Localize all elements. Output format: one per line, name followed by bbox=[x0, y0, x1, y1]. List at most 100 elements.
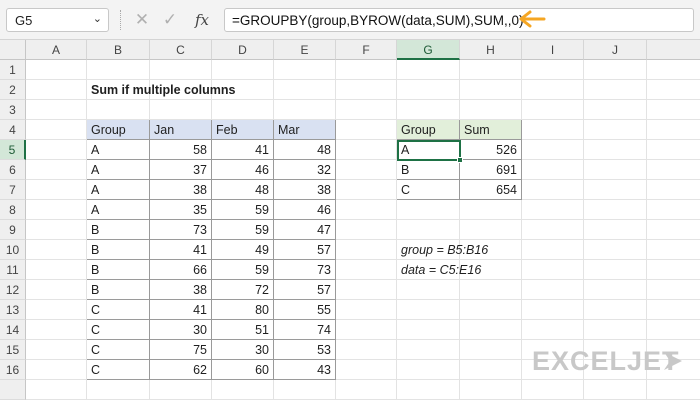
result-cell[interactable]: B bbox=[397, 160, 460, 180]
table-cell[interactable]: 57 bbox=[274, 240, 336, 260]
table-cell[interactable]: B bbox=[87, 280, 150, 300]
table-cell[interactable]: 55 bbox=[274, 300, 336, 320]
row-header-14[interactable]: 14 bbox=[0, 320, 26, 340]
column-header-d[interactable]: D bbox=[212, 40, 274, 60]
table-cell[interactable]: B bbox=[87, 240, 150, 260]
data-header-group[interactable]: Group bbox=[87, 120, 150, 140]
table-cell[interactable]: B bbox=[87, 260, 150, 280]
table-cell[interactable]: 72 bbox=[212, 280, 274, 300]
table-cell[interactable]: 62 bbox=[150, 360, 212, 380]
table-cell[interactable]: 41 bbox=[212, 140, 274, 160]
named-range-note-data[interactable]: data = C5:E16 bbox=[397, 260, 557, 280]
row-header-7[interactable]: 7 bbox=[0, 180, 26, 200]
table-cell[interactable]: 60 bbox=[212, 360, 274, 380]
result-cell[interactable]: 526 bbox=[460, 140, 522, 160]
row-header-5[interactable]: 5 bbox=[0, 140, 26, 160]
result-cell[interactable]: C bbox=[397, 180, 460, 200]
table-cell[interactable]: A bbox=[87, 180, 150, 200]
data-header-feb[interactable]: Feb bbox=[212, 120, 274, 140]
table-cell[interactable]: 59 bbox=[212, 220, 274, 240]
table-cell[interactable]: 46 bbox=[212, 160, 274, 180]
table-cell[interactable]: 58 bbox=[150, 140, 212, 160]
column-header-f[interactable]: F bbox=[336, 40, 397, 60]
row-header-4[interactable]: 4 bbox=[0, 120, 26, 140]
table-cell[interactable]: C bbox=[87, 300, 150, 320]
column-header-extra[interactable] bbox=[647, 40, 700, 60]
active-cell-selection[interactable] bbox=[397, 140, 461, 161]
chevron-down-icon[interactable]: ⌄ bbox=[93, 12, 102, 25]
row-header-12[interactable]: 12 bbox=[0, 280, 26, 300]
table-cell[interactable]: 32 bbox=[274, 160, 336, 180]
table-cell[interactable]: 38 bbox=[150, 280, 212, 300]
insert-function-icon[interactable]: fx bbox=[188, 7, 216, 33]
row-header-15[interactable]: 15 bbox=[0, 340, 26, 360]
formula-input[interactable]: =GROUPBY(group,BYROW(data,SUM),SUM,,0) bbox=[224, 8, 694, 32]
table-cell[interactable]: C bbox=[87, 360, 150, 380]
table-cell[interactable]: 74 bbox=[274, 320, 336, 340]
table-cell[interactable]: 49 bbox=[212, 240, 274, 260]
table-cell[interactable]: 35 bbox=[150, 200, 212, 220]
column-header-e[interactable]: E bbox=[274, 40, 336, 60]
table-cell[interactable]: 37 bbox=[150, 160, 212, 180]
table-cell[interactable]: 30 bbox=[212, 340, 274, 360]
result-header-group[interactable]: Group bbox=[397, 120, 460, 140]
table-cell[interactable]: 46 bbox=[274, 200, 336, 220]
table-cell[interactable]: 73 bbox=[150, 220, 212, 240]
table-cell[interactable]: 30 bbox=[150, 320, 212, 340]
enter-check-icon[interactable]: ✓ bbox=[158, 7, 182, 33]
table-cell[interactable]: B bbox=[87, 220, 150, 240]
named-range-note-group[interactable]: group = B5:B16 bbox=[397, 240, 557, 260]
row-header-11[interactable]: 11 bbox=[0, 260, 26, 280]
table-cell[interactable]: 38 bbox=[274, 180, 336, 200]
result-cell[interactable]: 654 bbox=[460, 180, 522, 200]
table-cell[interactable]: 53 bbox=[274, 340, 336, 360]
table-cell[interactable]: C bbox=[87, 320, 150, 340]
table-cell[interactable]: 48 bbox=[212, 180, 274, 200]
table-cell[interactable]: 59 bbox=[212, 260, 274, 280]
row-header-10[interactable]: 10 bbox=[0, 240, 26, 260]
table-cell[interactable]: 73 bbox=[274, 260, 336, 280]
table-cell[interactable]: 43 bbox=[274, 360, 336, 380]
cancel-icon[interactable]: ✕ bbox=[130, 7, 154, 33]
table-cell[interactable]: 41 bbox=[150, 300, 212, 320]
data-header-mar[interactable]: Mar bbox=[274, 120, 336, 140]
column-header-c[interactable]: C bbox=[150, 40, 212, 60]
arrow-left-icon bbox=[519, 10, 546, 28]
table-cell[interactable]: 51 bbox=[212, 320, 274, 340]
fill-handle[interactable] bbox=[457, 157, 463, 163]
row-header-9[interactable]: 9 bbox=[0, 220, 26, 240]
row-header-2[interactable]: 2 bbox=[0, 80, 26, 100]
row-header-3[interactable]: 3 bbox=[0, 100, 26, 120]
data-header-jan[interactable]: Jan bbox=[150, 120, 212, 140]
table-cell[interactable]: 80 bbox=[212, 300, 274, 320]
row-header-8[interactable]: 8 bbox=[0, 200, 26, 220]
result-cell[interactable]: 691 bbox=[460, 160, 522, 180]
column-header-b[interactable]: B bbox=[87, 40, 150, 60]
row-header-6[interactable]: 6 bbox=[0, 160, 26, 180]
table-cell[interactable]: 59 bbox=[212, 200, 274, 220]
table-cell[interactable]: 47 bbox=[274, 220, 336, 240]
table-cell[interactable]: 38 bbox=[150, 180, 212, 200]
table-cell[interactable]: 66 bbox=[150, 260, 212, 280]
column-header-g[interactable]: G bbox=[397, 40, 460, 60]
table-cell[interactable]: A bbox=[87, 140, 150, 160]
table-cell[interactable]: A bbox=[87, 160, 150, 180]
table-cell[interactable]: 57 bbox=[274, 280, 336, 300]
table-cell[interactable]: 41 bbox=[150, 240, 212, 260]
column-header-a[interactable]: A bbox=[26, 40, 87, 60]
sheet-title[interactable]: Sum if multiple columns bbox=[87, 80, 327, 100]
result-header-sum[interactable]: Sum bbox=[460, 120, 522, 140]
table-cell[interactable]: 75 bbox=[150, 340, 212, 360]
select-all-corner[interactable] bbox=[0, 40, 26, 60]
row-header-17[interactable] bbox=[0, 380, 26, 400]
name-box[interactable]: G5 ⌄ bbox=[6, 8, 109, 32]
table-cell[interactable]: 48 bbox=[274, 140, 336, 160]
row-header-13[interactable]: 13 bbox=[0, 300, 26, 320]
table-cell[interactable]: C bbox=[87, 340, 150, 360]
table-cell[interactable]: A bbox=[87, 200, 150, 220]
row-header-1[interactable]: 1 bbox=[0, 60, 26, 80]
column-header-h[interactable]: H bbox=[460, 40, 522, 60]
column-header-i[interactable]: I bbox=[522, 40, 584, 60]
row-header-16[interactable]: 16 bbox=[0, 360, 26, 380]
column-header-j[interactable]: J bbox=[584, 40, 647, 60]
